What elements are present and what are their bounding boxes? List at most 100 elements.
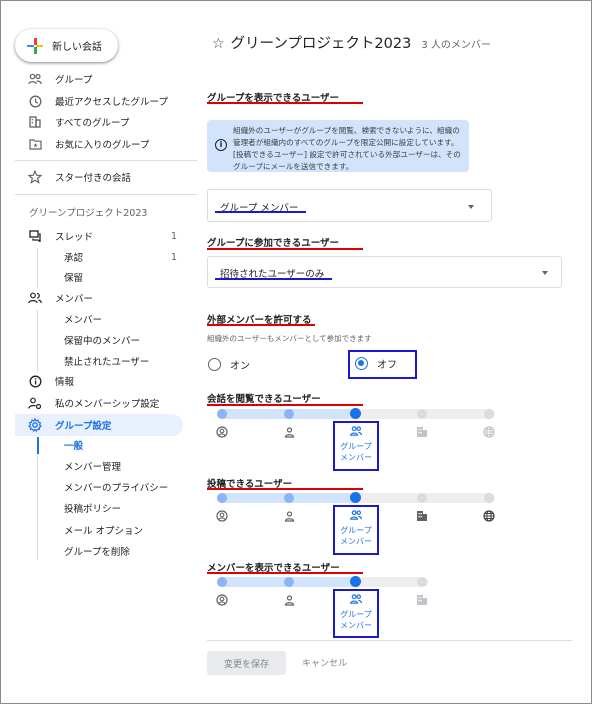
- sidebar-item-label: メンバーのプライバシー: [64, 483, 169, 494]
- footer-divider: [207, 640, 572, 641]
- slider-stop[interactable]: [417, 493, 427, 503]
- annotation-underline: [207, 102, 363, 104]
- sidebar-item-label: 情報: [55, 377, 75, 388]
- sidebar-item-threads[interactable]: スレッド 1: [27, 226, 177, 246]
- radio-on-label: オン: [230, 361, 250, 372]
- sidebar-item-label: メンバー: [55, 294, 94, 305]
- group-title: グリーンプロジェクト2023: [230, 36, 412, 52]
- sidebar-item-starred[interactable]: スター付きの会話: [27, 167, 131, 187]
- sidebar-subitem-approved[interactable]: 承認 1: [64, 247, 177, 267]
- dropdown-arrow-icon: [542, 271, 548, 275]
- dropdown-arrow-icon: [468, 205, 474, 209]
- building-icon: [27, 114, 43, 130]
- sidebar-item-group-settings[interactable]: グループ設定: [27, 415, 111, 435]
- slider-stop[interactable]: [217, 409, 227, 419]
- clock-icon: [27, 93, 43, 109]
- person-icon: [283, 510, 295, 522]
- sidebar-item-label: スター付きの会話: [55, 173, 132, 184]
- sidebar-subitem-banned-users[interactable]: 禁止されたユーザー: [64, 351, 149, 371]
- manager-icon: [216, 594, 228, 606]
- sidebar-item-label: 保留: [64, 273, 84, 284]
- sidebar-subitem-members[interactable]: メンバー: [64, 309, 102, 329]
- star-icon[interactable]: ☆: [212, 36, 225, 52]
- slider-stop[interactable]: [484, 409, 494, 419]
- selected-level-label: グループ メンバー: [340, 526, 372, 546]
- person-icon: [283, 426, 295, 438]
- approved-count: 1: [170, 251, 177, 263]
- join-group-heading: グループに参加できるユーザー: [207, 238, 340, 249]
- annotation-underline: [207, 324, 315, 326]
- sidebar-item-label: 承認: [64, 253, 84, 264]
- sidebar-item-label: すべてのグループ: [55, 118, 130, 129]
- sidebar-item-label: グループを削除: [64, 547, 130, 558]
- sidebar-item-label: スレッド: [55, 232, 94, 243]
- slider-stop[interactable]: [484, 493, 494, 503]
- slider-stop[interactable]: [284, 577, 294, 587]
- sidebar-subitem-member-management[interactable]: メンバー管理: [64, 456, 121, 476]
- view-group-select[interactable]: グループ メンバー: [207, 189, 492, 222]
- globe-icon: [483, 426, 495, 438]
- slider-stop[interactable]: [417, 409, 427, 419]
- building-icon: [416, 594, 428, 606]
- sidebar-subitem-member-privacy[interactable]: メンバーのプライバシー: [64, 477, 168, 497]
- info-icon: i: [215, 139, 227, 151]
- slider-thumb[interactable]: [350, 408, 361, 419]
- slider-stop[interactable]: [284, 409, 294, 419]
- sidebar-item-favorites[interactable]: お気に入りのグループ: [27, 134, 149, 154]
- page-title: ☆ グリーンプロジェクト2023 3 人のメンバー: [212, 32, 491, 53]
- sidebar-item-members[interactable]: メンバー: [27, 288, 93, 308]
- slider-thumb[interactable]: [350, 576, 361, 587]
- sidebar-item-label: 禁止されたユーザー: [64, 357, 150, 368]
- join-group-select[interactable]: 招待されたユーザーのみ: [207, 256, 562, 288]
- folder-star-icon: [27, 136, 43, 152]
- threads-count: 1: [170, 230, 177, 242]
- member-count: 3 人のメンバー: [421, 40, 491, 51]
- members-icon: [27, 290, 43, 306]
- sidebar-subitem-delete-group[interactable]: グループを削除: [64, 541, 130, 561]
- tree-line: [37, 248, 38, 288]
- radio-off[interactable]: [355, 357, 368, 370]
- gear-icon: [27, 417, 43, 433]
- sidebar-subitem-email-options[interactable]: メール オプション: [64, 520, 143, 540]
- person-icon: [283, 594, 295, 606]
- star-icon: [27, 169, 43, 185]
- sidebar-group-name: グリーンプロジェクト2023: [29, 208, 148, 219]
- group-icon: [350, 593, 362, 605]
- group-icon: [350, 509, 362, 521]
- annotation-underline: [207, 404, 363, 406]
- sidebar-item-my-membership[interactable]: 私のメンバーシップ設定: [27, 393, 159, 413]
- sidebar-item-label: 最近アクセスしたグループ: [55, 97, 168, 108]
- new-chat-label: 新しい会話: [52, 42, 102, 53]
- people-icon: [27, 71, 43, 87]
- building-icon: [416, 426, 428, 438]
- sidebar-subitem-pending[interactable]: 保留: [64, 267, 83, 287]
- sidebar-subitem-pending-members[interactable]: 保留中のメンバー: [64, 330, 140, 350]
- slider-stop[interactable]: [284, 493, 294, 503]
- manager-icon: [216, 510, 228, 522]
- sidebar-item-groups[interactable]: グループ: [27, 69, 92, 89]
- sidebar-item-all-groups[interactable]: すべてのグループ: [27, 112, 129, 132]
- radio-on[interactable]: [208, 358, 221, 371]
- radio-off-label: オフ: [377, 360, 397, 371]
- external-members-desc: 組織外のユーザーもメンバーとして参加できます: [207, 334, 372, 343]
- slider-stop[interactable]: [417, 577, 427, 587]
- annotation-underline: [207, 488, 363, 490]
- annotation-underline: [215, 278, 332, 280]
- selected-tree-marker: [37, 437, 39, 454]
- globe-icon: [483, 510, 495, 522]
- sidebar-item-label: お気に入りのグループ: [55, 140, 150, 151]
- slider-stop[interactable]: [217, 493, 227, 503]
- sidebar-item-info[interactable]: 情報: [27, 371, 74, 391]
- sidebar-subitem-posting-policy[interactable]: 投稿ポリシー: [64, 498, 121, 518]
- info-notice-text: 組織外のユーザーがグループを閲覧、検索できないように、組織の管理者が組織内のすべ…: [233, 126, 461, 171]
- cancel-button[interactable]: キャンセル: [302, 656, 347, 669]
- person-settings-icon: [27, 395, 43, 411]
- slider-thumb[interactable]: [350, 492, 361, 503]
- sidebar-subitem-general[interactable]: 一般: [64, 435, 83, 455]
- threads-icon: [27, 228, 43, 244]
- sidebar-item-recent[interactable]: 最近アクセスしたグループ: [27, 91, 168, 111]
- sidebar-item-label: グループ設定: [55, 421, 112, 432]
- save-changes-button[interactable]: 変更を保存: [207, 651, 286, 675]
- new-chat-button[interactable]: 新しい会話: [15, 29, 118, 62]
- slider-stop[interactable]: [217, 577, 227, 587]
